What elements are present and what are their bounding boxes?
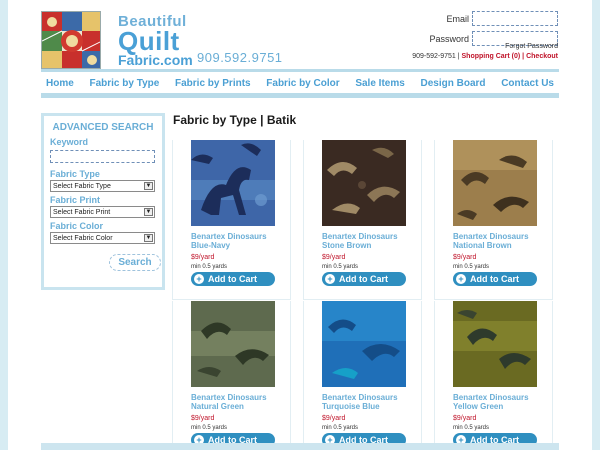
fabric-color-label: Fabric Color [50, 221, 104, 231]
add-to-cart-label: Add to Cart [208, 274, 257, 284]
product-title[interactable]: Benartex Dinosaurs Yellow Green [453, 393, 529, 411]
add-to-cart-button[interactable]: + Add to Cart [322, 272, 406, 286]
brand-line-2: Quilt [118, 26, 180, 56]
main-nav: Home Fabric by Type Fabric by Prints Fab… [41, 72, 559, 94]
product-price: $9/yard [322, 415, 346, 422]
product-card: Benartex Dinosaurs Turquoise Blue $9/yard… [303, 301, 422, 450]
page: Beautiful Quilt Fabric.com 909.592.9751 … [8, 0, 592, 450]
fabric-print-select[interactable]: Select Fabric Print ▼ [50, 206, 155, 218]
keyword-input[interactable] [50, 150, 155, 163]
product-min-qty: min 0.5 yards [191, 264, 228, 270]
nav-design-board[interactable]: Design Board [421, 78, 486, 89]
product-price: $9/yard [453, 254, 477, 261]
product-min-qty: min 0.5 yards [453, 425, 490, 431]
brand-line-3: Fabric.com [118, 52, 193, 68]
fabric-type-select[interactable]: Select Fabric Type ▼ [50, 180, 155, 192]
fabric-color-select[interactable]: Select Fabric Color ▼ [50, 232, 155, 244]
fabric-type-label: Fabric Type [50, 169, 100, 179]
product-min-qty: min 0.5 yards [191, 425, 228, 431]
fabric-swatch-image[interactable] [322, 301, 406, 387]
product-min-qty: min 0.5 yards [322, 264, 359, 270]
fabric-print-value: Select Fabric Print [53, 209, 111, 216]
product-title[interactable]: Benartex Dinosaurs National Brown [453, 232, 529, 250]
advanced-search-title: ADVANCED SEARCH [52, 122, 154, 133]
email-label: Email [446, 13, 469, 24]
product-title[interactable]: Benartex Dinosaurs Turquoise Blue [322, 393, 398, 411]
nav-fabric-by-prints[interactable]: Fabric by Prints [175, 78, 251, 89]
product-min-qty: min 0.5 yards [322, 425, 359, 431]
product-title-line: Yellow Green [453, 402, 504, 411]
product-title[interactable]: Benartex Dinosaurs Blue-Navy [191, 232, 267, 250]
product-title-line: Natural Green [191, 402, 244, 411]
product-price: $9/yard [191, 254, 215, 261]
product-title[interactable]: Benartex Dinosaurs Natural Green [191, 393, 267, 411]
fabric-print-label: Fabric Print [50, 195, 101, 205]
shopping-cart-link[interactable]: Shopping Cart (0) [462, 53, 521, 60]
password-label: Password [429, 33, 469, 44]
product-title-line: Benartex Dinosaurs [191, 232, 267, 241]
nav-bottom-border [41, 93, 559, 98]
product-title-line: Blue-Navy [191, 241, 231, 250]
product-title-line: Stone Brown [322, 241, 372, 250]
nav-fabric-by-color[interactable]: Fabric by Color [266, 78, 339, 89]
nav-sale-items[interactable]: Sale Items [355, 78, 404, 89]
chevron-down-icon: ▼ [144, 208, 153, 216]
add-to-cart-button[interactable]: + Add to Cart [191, 272, 275, 286]
product-card: Benartex Dinosaurs Stone Brown $9/yard mi… [303, 140, 422, 300]
plus-icon: + [456, 274, 466, 284]
product-card: Benartex Dinosaurs Natural Green $9/yard … [172, 301, 291, 450]
product-title-line: Benartex Dinosaurs [322, 393, 398, 402]
product-title-line: Benartex Dinosaurs [453, 232, 529, 241]
plus-icon: + [194, 274, 204, 284]
quilt-logo-image[interactable] [41, 11, 101, 69]
brand-logo-text[interactable]: Beautiful Quilt Fabric.com [118, 14, 198, 67]
add-to-cart-button[interactable]: + Add to Cart [453, 272, 537, 286]
product-min-qty: min 0.5 yards [453, 264, 490, 270]
plus-icon: + [325, 274, 335, 284]
fabric-color-value: Select Fabric Color [53, 235, 113, 242]
page-title: Fabric by Type | Batik [173, 113, 297, 127]
chevron-down-icon: ▼ [144, 182, 153, 190]
product-price: $9/yard [453, 415, 477, 422]
product-title-line: Benartex Dinosaurs [453, 393, 529, 402]
add-to-cart-label: Add to Cart [470, 274, 519, 284]
add-to-cart-label: Add to Cart [339, 274, 388, 284]
search-button[interactable]: Search [109, 254, 161, 271]
fabric-swatch-image[interactable] [191, 140, 275, 226]
top-links: 909-592-9751 | Shopping Cart (0) | Check… [412, 53, 558, 60]
product-card: Benartex Dinosaurs Yellow Green $9/yard m… [434, 301, 553, 450]
product-title-line: Benartex Dinosaurs [191, 393, 267, 402]
email-field[interactable] [472, 11, 558, 26]
footer-bar [41, 443, 559, 450]
nav-home[interactable]: Home [46, 78, 74, 89]
fabric-swatch-image[interactable] [322, 140, 406, 226]
product-title[interactable]: Benartex Dinosaurs Stone Brown [322, 232, 398, 250]
header-phone: 909.592.9751 [197, 50, 283, 65]
fabric-swatch-image[interactable] [453, 140, 537, 226]
product-title-line: National Brown [453, 241, 512, 250]
product-price: $9/yard [322, 254, 346, 261]
top-phone: 909-592-9751 [412, 53, 456, 60]
product-card: Benartex Dinosaurs National Brown $9/yard… [434, 140, 553, 300]
product-card: Benartex Dinosaurs Blue-Navy $9/yard min … [172, 140, 291, 300]
fabric-swatch-image[interactable] [453, 301, 537, 387]
product-price: $9/yard [191, 415, 215, 422]
nav-contact-us[interactable]: Contact Us [501, 78, 554, 89]
advanced-search-panel: ADVANCED SEARCH Keyword Fabric Type Sele… [41, 113, 165, 290]
chevron-down-icon: ▼ [144, 234, 153, 242]
fabric-swatch-image[interactable] [191, 301, 275, 387]
forgot-password-link[interactable]: Forgot Password [505, 43, 558, 50]
keyword-label: Keyword [50, 137, 89, 147]
fabric-type-value: Select Fabric Type [53, 183, 111, 190]
nav-fabric-by-type[interactable]: Fabric by Type [89, 78, 159, 89]
product-title-line: Benartex Dinosaurs [322, 232, 398, 241]
product-title-line: Turquoise Blue [322, 402, 380, 411]
checkout-link[interactable]: Checkout [526, 53, 558, 60]
